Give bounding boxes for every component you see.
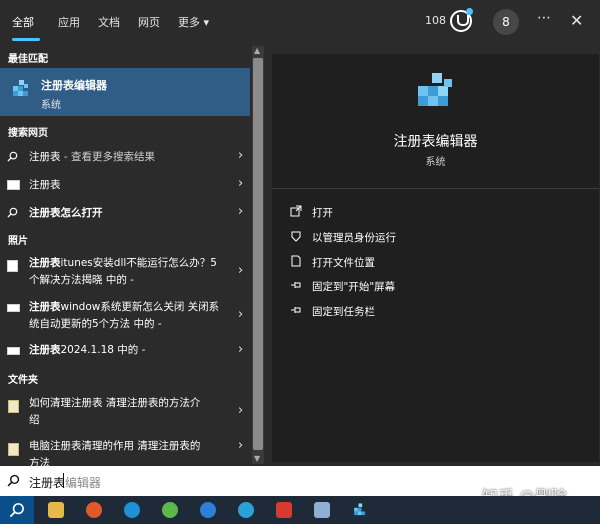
web-result-label: 注册表怎么打开 (29, 207, 103, 219)
document-result-line2: 方法 (29, 457, 50, 466)
active-tab-indicator (12, 38, 40, 41)
file-explorer-icon[interactable] (48, 502, 64, 518)
notification-dot (466, 8, 473, 15)
search-icon (7, 207, 18, 218)
wps-icon[interactable] (276, 502, 292, 518)
text-caret (63, 473, 64, 488)
notepad-icon[interactable] (314, 502, 330, 518)
chevron-right-icon: › (238, 438, 244, 453)
registry-editor-icon (418, 73, 452, 106)
chevron-right-icon: › (238, 263, 244, 278)
edge-icon[interactable] (124, 502, 140, 518)
best-match-type: 系统 (41, 100, 61, 111)
edge-dev-icon[interactable] (238, 502, 254, 518)
search-autocomplete: 编辑器 (65, 476, 102, 490)
chevron-right-icon: › (238, 403, 244, 418)
registry-editor-icon (13, 80, 28, 96)
document-result-item[interactable]: 如何清理注册表 清理注册表的方法介 绍 › (0, 395, 250, 431)
preview-app-name: 注册表编辑器 (393, 134, 478, 150)
web-result-item[interactable]: 注册表 › (0, 175, 250, 197)
best-match-item[interactable] (0, 68, 250, 116)
chevron-right-icon: › (238, 148, 244, 163)
rewards-points[interactable]: 108 (425, 14, 446, 27)
chevron-right-icon: › (238, 342, 244, 357)
document-result-line1: 如何清理注册表 清理注册表的方法介 (29, 397, 201, 409)
web-result-item[interactable]: 注册表怎么打开 › (0, 203, 250, 225)
photo-result-title: itunes安装dll不能运行怎么办？5 (60, 257, 217, 269)
browser-360-icon[interactable] (162, 502, 178, 518)
document-result-line2: 绍 (29, 414, 40, 426)
shield-icon (291, 231, 301, 242)
photo-result-title: 2024.1.18 中的 - (60, 344, 146, 356)
action-open-file-location[interactable]: 打开文件位置 (312, 255, 375, 270)
document-icon (8, 400, 19, 413)
image-icon (7, 260, 18, 272)
web-result-item[interactable]: 注册表 - 查看更多搜索结果 › (0, 147, 250, 169)
close-button[interactable]: ✕ (570, 11, 583, 30)
tab-documents[interactable]: 文档 (98, 14, 120, 30)
photo-result-item[interactable]: 注册表window系统更新怎么关闭 关闭系 统自动更新的5个方法 中的 - › (0, 299, 250, 335)
tab-more-label: 更多 (178, 16, 200, 29)
chevron-down-icon: ▾ (203, 16, 210, 29)
web-result-label: 注册表 (29, 179, 61, 191)
registry-editor-icon[interactable] (352, 502, 368, 518)
pin-icon (291, 307, 301, 313)
photo-result-line2: 统自动更新的5个方法 中的 - (29, 318, 162, 330)
tab-all[interactable]: 全部 (12, 14, 34, 30)
action-open[interactable]: 打开 (312, 205, 333, 220)
tab-more[interactable]: 更多 ▾ (178, 14, 209, 30)
photo-result-item[interactable]: 注册表2024.1.18 中的 - › (0, 342, 250, 364)
chevron-right-icon: › (238, 307, 244, 322)
tab-apps[interactable]: 应用 (58, 14, 80, 30)
web-result-hint: - 查看更多搜索结果 (60, 151, 155, 163)
taskbar-search-button[interactable] (0, 496, 34, 524)
photo-result-line1: 注册表2024.1.18 中的 - (29, 342, 145, 359)
document-icon (8, 443, 19, 456)
open-icon (290, 205, 302, 217)
search-icon (9, 503, 24, 518)
action-pin-to-start[interactable]: 固定到"开始"屏幕 (312, 279, 395, 294)
photo-result-item[interactable]: 注册表itunes安装dll不能运行怎么办？5 个解决方法揭晓 中的 - › (0, 255, 250, 291)
chevron-right-icon: › (238, 176, 244, 191)
file-location-icon (291, 255, 301, 267)
search-input[interactable]: 注册表 (29, 474, 65, 491)
pin-icon (291, 282, 301, 288)
search-icon (7, 151, 18, 162)
section-folders: 文件夹 (8, 375, 38, 386)
search-icon (7, 474, 20, 487)
photo-result-line2: 个解决方法揭晓 中的 - (29, 274, 134, 286)
photo-result-query: 注册表 (29, 257, 61, 269)
photo-result-query: 注册表 (29, 344, 61, 356)
section-best-match: 最佳匹配 (8, 54, 48, 65)
more-options-button[interactable]: ⋯ (537, 10, 552, 26)
photo-result-query: 注册表 (29, 301, 61, 313)
firefox-icon[interactable] (86, 502, 102, 518)
preview-app-type: 系统 (425, 157, 446, 168)
search-app-icon[interactable] (200, 502, 216, 518)
top-tab-bar: 全部 应用 文档 网页 更多 ▾ 108 8 ⋯ ✕ (0, 0, 600, 44)
photo-result-line1: 注册表itunes安装dll不能运行怎么办？5 (29, 255, 217, 272)
image-icon (7, 304, 20, 312)
action-run-as-admin[interactable]: 以管理员身份运行 (312, 230, 396, 245)
image-icon (7, 347, 20, 355)
chevron-right-icon: › (238, 204, 244, 219)
photo-result-title: window系统更新怎么关闭 关闭系 (60, 301, 220, 313)
photo-result-line1: 注册表window系统更新怎么关闭 关闭系 (29, 299, 219, 316)
best-match-name: 注册表编辑器 (41, 79, 107, 92)
section-photos: 照片 (8, 236, 28, 247)
divider (272, 188, 599, 189)
document-result-item[interactable]: 电脑注册表清理的作用 清理注册表的 方法 › (0, 438, 250, 466)
image-icon (7, 180, 20, 190)
scroll-down-icon[interactable]: ▼ (254, 454, 260, 463)
tab-web[interactable]: 网页 (138, 14, 160, 30)
avatar[interactable]: 8 (493, 9, 519, 35)
scrollbar-thumb[interactable] (253, 58, 263, 450)
section-search-web: 搜索网页 (8, 128, 48, 139)
scroll-up-icon[interactable]: ▲ (254, 46, 260, 55)
web-result-label: 注册表 - 查看更多搜索结果 (29, 149, 155, 166)
web-result-query: 注册表 (29, 151, 61, 163)
document-result-line1: 电脑注册表清理的作用 清理注册表的 (29, 440, 201, 452)
action-pin-to-taskbar[interactable]: 固定到任务栏 (312, 304, 375, 319)
